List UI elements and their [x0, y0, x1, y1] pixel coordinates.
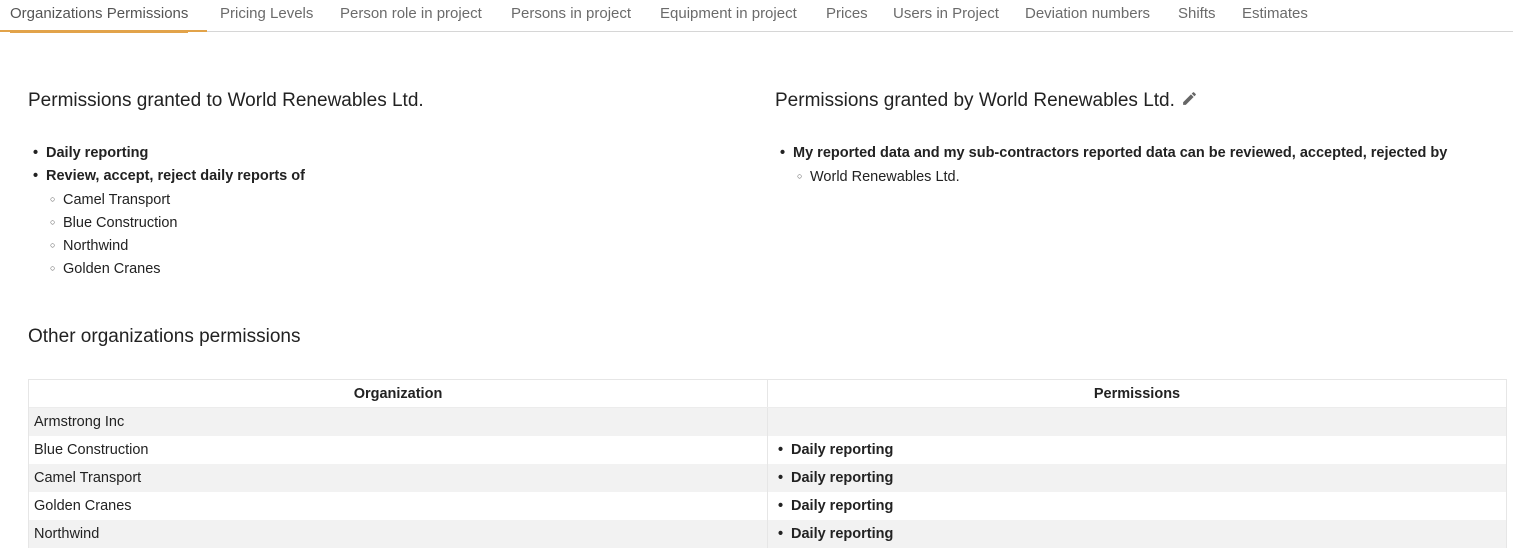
table-row[interactable]: Armstrong Inc — [29, 408, 1506, 436]
granted-to-list: Daily reporting Review, accept, reject d… — [46, 142, 305, 280]
granted-by-heading: Permissions granted by World Renewables … — [775, 90, 1198, 113]
organization-cell: Camel Transport — [29, 464, 768, 492]
permissions-table: Organization Permissions Armstrong Inc B… — [28, 379, 1507, 548]
tab-organizations-permissions[interactable]: Organizations Permissions — [10, 0, 189, 33]
tab-users-in-project[interactable]: Users in Project — [893, 0, 999, 32]
granted-by-title: Permissions granted by World Renewables … — [775, 90, 1175, 111]
granted-to-heading: Permissions granted to World Renewables … — [28, 90, 424, 111]
permissions-cell: Daily reporting — [768, 492, 1506, 520]
tab-pricing-levels[interactable]: Pricing Levels — [220, 0, 313, 32]
active-tab-indicator — [0, 30, 207, 32]
column-header-organization[interactable]: Organization — [29, 380, 768, 407]
list-subitem: Camel Transport — [46, 188, 305, 211]
list-item: My reported data and my sub-contractors … — [793, 142, 1447, 165]
table-row[interactable]: Golden Cranes Daily reporting — [29, 492, 1506, 520]
other-orgs-heading: Other organizations permissions — [28, 326, 301, 347]
table-header-row: Organization Permissions — [29, 380, 1506, 408]
column-header-permissions[interactable]: Permissions — [768, 380, 1506, 407]
list-subitem: Blue Construction — [46, 211, 305, 234]
permissions-cell: Daily reporting — [768, 436, 1506, 464]
table-row[interactable]: Northwind Daily reporting — [29, 520, 1506, 548]
permissions-cell: Daily reporting — [768, 464, 1506, 492]
organization-cell: Blue Construction — [29, 436, 768, 464]
tab-deviation-numbers[interactable]: Deviation numbers — [1025, 0, 1150, 32]
granted-by-list: My reported data and my sub-contractors … — [793, 142, 1447, 188]
list-subitem: Northwind — [46, 234, 305, 257]
organization-cell: Golden Cranes — [29, 492, 768, 520]
tab-estimates[interactable]: Estimates — [1242, 0, 1308, 32]
pencil-icon[interactable] — [1181, 90, 1198, 113]
organization-cell: Northwind — [29, 520, 768, 548]
list-subitem: World Renewables Ltd. — [793, 165, 1447, 188]
permissions-cell — [768, 408, 1506, 436]
tab-bar: Organizations Permissions Pricing Levels… — [0, 0, 1513, 33]
list-subitem: Golden Cranes — [46, 257, 305, 280]
tab-persons-in-project[interactable]: Persons in project — [511, 0, 631, 32]
tab-prices[interactable]: Prices — [826, 0, 868, 32]
tab-shifts[interactable]: Shifts — [1178, 0, 1216, 32]
table-row[interactable]: Camel Transport Daily reporting — [29, 464, 1506, 492]
tab-person-role-in-project[interactable]: Person role in project — [340, 0, 482, 32]
list-item: Daily reporting — [46, 142, 305, 165]
tab-equipment-in-project[interactable]: Equipment in project — [660, 0, 797, 32]
organization-cell: Armstrong Inc — [29, 408, 768, 436]
table-row[interactable]: Blue Construction Daily reporting — [29, 436, 1506, 464]
list-item: Review, accept, reject daily reports of — [46, 165, 305, 188]
permissions-cell: Daily reporting — [768, 520, 1506, 548]
